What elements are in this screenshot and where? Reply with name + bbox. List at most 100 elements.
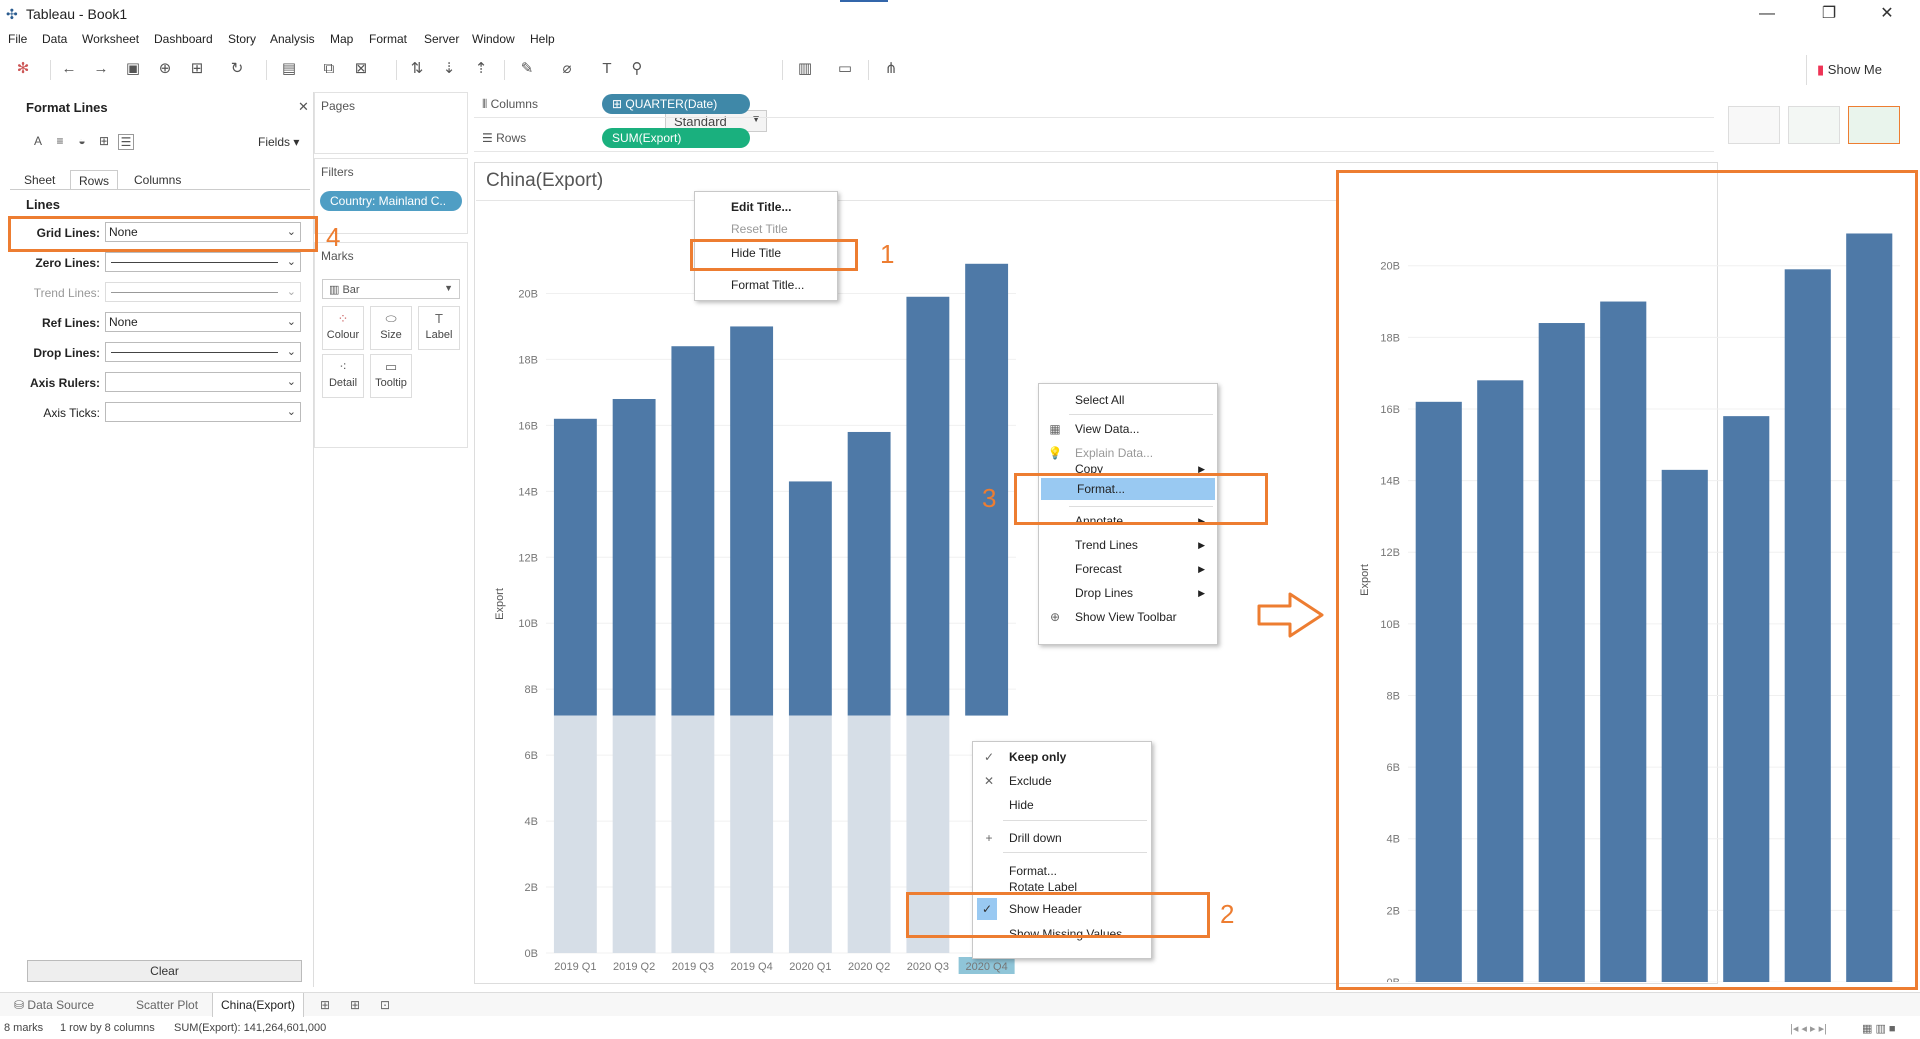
hide-item[interactable]: Hide	[973, 794, 1151, 816]
sheet-tab-china-export[interactable]: China(Export)	[212, 993, 305, 1017]
menu-format[interactable]: Format	[369, 32, 407, 46]
sheet-tab-scatter-plot[interactable]: Scatter Plot	[128, 993, 206, 1017]
x-tick-label[interactable]: 2020 Q4	[966, 961, 1008, 973]
borders-icon[interactable]: ⊞	[96, 134, 112, 150]
menu-help[interactable]: Help	[530, 32, 555, 46]
new-datasource-icon[interactable]: ⊕	[154, 58, 176, 80]
show-cards-icon[interactable]: ▥	[794, 58, 816, 80]
drop-lines-item[interactable]: Drop Lines ▶	[1039, 582, 1217, 604]
drill-down-item[interactable]: + Drill down	[973, 827, 1151, 849]
labels-icon[interactable]: T	[596, 58, 618, 80]
swap-icon[interactable]: ⇅	[406, 58, 428, 80]
size-button[interactable]: ⬭ Size	[370, 306, 412, 350]
menu-window[interactable]: Window	[472, 32, 515, 46]
exclude-item[interactable]: ✕ Exclude	[973, 770, 1151, 792]
new-worksheet-tab-icon[interactable]: ⊞	[312, 993, 338, 1017]
ref-lines-select[interactable]: None ⌄	[105, 312, 301, 332]
menu-file[interactable]: File	[8, 32, 27, 46]
format-header-item[interactable]: Format...	[973, 860, 1151, 882]
chart-title[interactable]: China(Export)	[486, 170, 603, 192]
axis-rulers-select[interactable]: ⌄	[105, 372, 301, 392]
bar-dimmed-segment[interactable]	[730, 715, 774, 953]
keep-only-item[interactable]: ✓ Keep only	[973, 746, 1151, 768]
menu-server[interactable]: Server	[424, 32, 459, 46]
highlight-table-thumbnail[interactable]	[1848, 106, 1900, 144]
fields-dropdown[interactable]: Fields ▾	[258, 135, 299, 149]
share-icon[interactable]: ⋔	[880, 58, 902, 80]
tab-sheet[interactable]: Sheet	[16, 170, 63, 190]
new-worksheet-icon[interactable]: ▤	[278, 58, 300, 80]
sort-desc-icon[interactable]: ⇡	[470, 58, 492, 80]
font-icon[interactable]: A	[30, 134, 46, 150]
menu-dashboard[interactable]: Dashboard	[154, 32, 213, 46]
bar-dimmed-segment[interactable]	[788, 715, 832, 953]
view-mode-icons[interactable]: ▦ ▥ ■	[1862, 1022, 1896, 1035]
alignment-icon[interactable]: ≡	[52, 134, 68, 150]
presentation-icon[interactable]: ▭	[834, 58, 856, 80]
highlight-icon[interactable]: ✎	[516, 58, 538, 80]
heat-map-thumbnail[interactable]	[1788, 106, 1840, 144]
minimize-icon[interactable]: —	[1744, 0, 1790, 28]
bar-dimmed-segment[interactable]	[847, 715, 891, 953]
restore-icon[interactable]: ❐	[1806, 0, 1852, 28]
clear-sheet-icon[interactable]: ⊠	[350, 58, 372, 80]
bar[interactable]	[906, 296, 950, 716]
country-filter-pill[interactable]: Country: Mainland C..	[320, 191, 462, 211]
format-title-item[interactable]: Format Title...	[695, 274, 837, 296]
menu-analysis[interactable]: Analysis	[270, 32, 315, 46]
tableau-home-icon[interactable]: ✻	[12, 58, 34, 80]
close-pane-icon[interactable]: ✕	[298, 99, 309, 115]
shading-icon[interactable]: ◒	[74, 134, 90, 150]
pin-icon[interactable]: ⚲	[626, 58, 648, 80]
menu-story[interactable]: Story	[228, 32, 256, 46]
bar[interactable]	[553, 418, 597, 716]
tab-rows[interactable]: Rows	[70, 170, 119, 190]
bar[interactable]	[788, 481, 832, 716]
sort-asc-icon[interactable]: ⇣	[438, 58, 460, 80]
text-table-thumbnail[interactable]	[1728, 106, 1780, 144]
x-tick-label[interactable]: 2019 Q4	[731, 961, 773, 973]
edit-title-item[interactable]: Edit Title...	[695, 196, 837, 218]
save-icon[interactable]: ▣	[122, 58, 144, 80]
clear-button[interactable]: Clear	[27, 960, 302, 982]
bar[interactable]	[847, 431, 891, 716]
x-tick-label[interactable]: 2019 Q1	[554, 961, 596, 973]
quarter-date-pill[interactable]: ⊞ QUARTER(Date)	[602, 94, 750, 114]
bar-dimmed-segment[interactable]	[671, 715, 715, 953]
data-source-tab[interactable]: ⛁ Data Source	[6, 993, 102, 1017]
duplicate-icon[interactable]: ⧉	[318, 58, 340, 80]
bar[interactable]	[671, 346, 715, 716]
group-icon[interactable]: ⌀	[556, 58, 578, 80]
menu-map[interactable]: Map	[330, 32, 353, 46]
redo-icon[interactable]: →	[90, 58, 112, 80]
axis-ticks-select[interactable]: ⌄	[105, 402, 301, 422]
detail-button[interactable]: ⁖ Detail	[322, 354, 364, 398]
bar[interactable]	[730, 326, 774, 716]
view-data-item[interactable]: ▦ View Data...	[1039, 418, 1217, 440]
tooltip-button[interactable]: ▭ Tooltip	[370, 354, 412, 398]
close-window-icon[interactable]: ✕	[1864, 0, 1910, 28]
tab-columns[interactable]: Columns	[126, 170, 189, 190]
menu-data[interactable]: Data	[42, 32, 67, 46]
new-story-tab-icon[interactable]: ⊡	[372, 993, 398, 1017]
menu-worksheet[interactable]: Worksheet	[82, 32, 139, 46]
refresh-icon[interactable]: ↻	[226, 58, 248, 80]
colour-button[interactable]: ⁘ Colour	[322, 306, 364, 350]
x-tick-label[interactable]: 2020 Q1	[789, 961, 831, 973]
x-tick-label[interactable]: 2019 Q2	[613, 961, 655, 973]
undo-icon[interactable]: ←	[58, 58, 80, 80]
bar-dimmed-segment[interactable]	[612, 715, 656, 953]
page-nav-icons[interactable]: |◂ ◂ ▸ ▸|	[1790, 1022, 1827, 1035]
show-me-button[interactable]: ▮ Show Me	[1806, 55, 1896, 85]
x-tick-label[interactable]: 2020 Q2	[848, 961, 890, 973]
trend-lines-item[interactable]: Trend Lines ▶	[1039, 534, 1217, 556]
sum-export-pill[interactable]: SUM(Export)	[602, 128, 750, 148]
zero-lines-select[interactable]: ⌄	[105, 252, 301, 272]
new-dashboard-tab-icon[interactable]: ⊞	[342, 993, 368, 1017]
mark-type-select[interactable]: ▥ Bar ▼	[322, 279, 460, 299]
pause-updates-icon[interactable]: ⊞	[186, 58, 208, 80]
bar[interactable]	[612, 398, 656, 716]
forecast-item[interactable]: Forecast ▶	[1039, 558, 1217, 580]
label-button[interactable]: T Label	[418, 306, 460, 350]
lines-icon[interactable]: ☰	[118, 134, 134, 150]
